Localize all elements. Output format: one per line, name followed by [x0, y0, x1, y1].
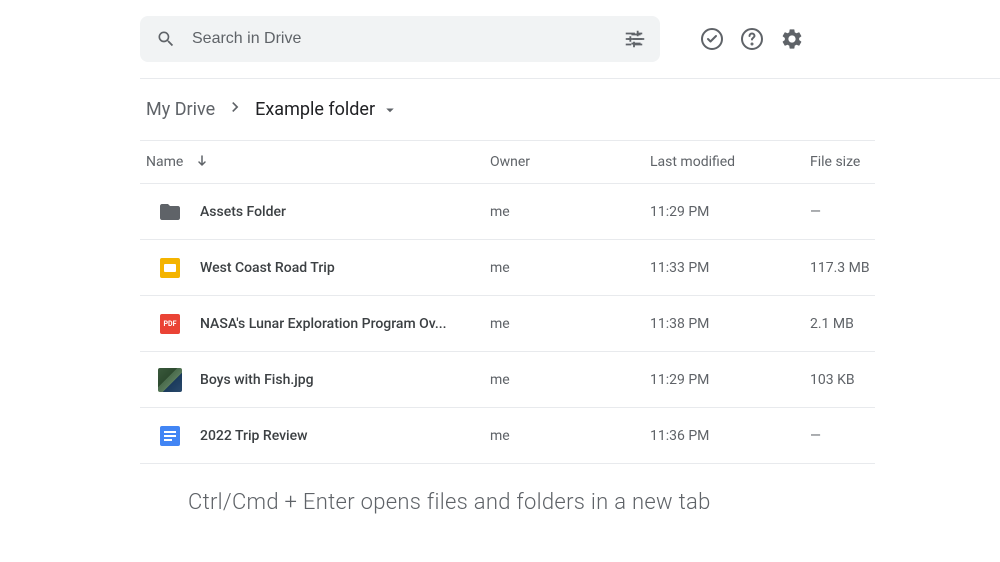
help-icon[interactable] [740, 27, 764, 51]
search-options-icon[interactable] [624, 27, 648, 51]
owner-cell: me [490, 428, 650, 444]
folder-icon [158, 200, 182, 224]
keyboard-hint: Ctrl/Cmd + Enter opens files and folders… [140, 464, 1000, 515]
column-header-size[interactable]: File size [810, 154, 875, 170]
docs-icon [158, 424, 182, 448]
dropdown-icon [381, 101, 399, 119]
owner-cell: me [490, 204, 650, 220]
sort-arrow-down-icon [193, 153, 211, 171]
file-name: West Coast Road Trip [200, 260, 335, 276]
modified-cell: 11:38 PM [650, 316, 810, 332]
chevron-right-icon [225, 97, 245, 122]
modified-cell: 11:29 PM [650, 204, 810, 220]
breadcrumb-root[interactable]: My Drive [146, 99, 215, 120]
modified-cell: 11:33 PM [650, 260, 810, 276]
size-cell: 103 KB [810, 372, 875, 388]
size-cell: 2.1 MB [810, 316, 875, 332]
col-name-label: Name [146, 154, 183, 170]
size-cell: 117.3 MB [810, 260, 875, 276]
search-input[interactable] [192, 30, 610, 48]
table-row[interactable]: West Coast Road Trip me11:33 PM117.3 MB [140, 240, 875, 296]
table-row[interactable]: Assets Folder me11:29 PM— [140, 184, 875, 240]
owner-cell: me [490, 316, 650, 332]
file-table: Name Owner Last modified File size Asset… [140, 140, 875, 464]
file-name: Boys with Fish.jpg [200, 372, 314, 388]
owner-cell: me [490, 372, 650, 388]
top-actions [700, 27, 804, 51]
search-icon [154, 27, 178, 51]
image-thumbnail-icon [158, 368, 182, 392]
file-name: 2022 Trip Review [200, 428, 308, 444]
top-bar [140, 0, 1000, 79]
column-header-owner[interactable]: Owner [490, 154, 650, 170]
breadcrumb: My Drive Example folder [140, 79, 1000, 140]
offline-ready-icon[interactable] [700, 27, 724, 51]
name-cell: PDF NASA's Lunar Exploration Program Ov..… [140, 312, 490, 336]
table-row[interactable]: 2022 Trip Review me11:36 PM— [140, 408, 875, 464]
pdf-icon: PDF [158, 312, 182, 336]
name-cell: Assets Folder [140, 200, 490, 224]
size-cell: — [810, 428, 875, 444]
search-box[interactable] [140, 16, 660, 62]
table-row[interactable]: PDF NASA's Lunar Exploration Program Ov..… [140, 296, 875, 352]
size-cell: — [810, 204, 875, 220]
modified-cell: 11:36 PM [650, 428, 810, 444]
name-cell: West Coast Road Trip [140, 256, 490, 280]
owner-cell: me [490, 260, 650, 276]
name-cell: Boys with Fish.jpg [140, 368, 490, 392]
gear-icon[interactable] [780, 27, 804, 51]
table-row[interactable]: Boys with Fish.jpg me11:29 PM103 KB [140, 352, 875, 408]
breadcrumb-current[interactable]: Example folder [255, 99, 399, 120]
column-header-name[interactable]: Name [140, 153, 490, 171]
file-name: Assets Folder [200, 204, 286, 220]
table-header: Name Owner Last modified File size [140, 140, 875, 184]
slides-icon [158, 256, 182, 280]
file-name: NASA's Lunar Exploration Program Ov... [200, 316, 447, 332]
name-cell: 2022 Trip Review [140, 424, 490, 448]
column-header-modified[interactable]: Last modified [650, 154, 810, 170]
modified-cell: 11:29 PM [650, 372, 810, 388]
breadcrumb-current-label: Example folder [255, 99, 375, 120]
